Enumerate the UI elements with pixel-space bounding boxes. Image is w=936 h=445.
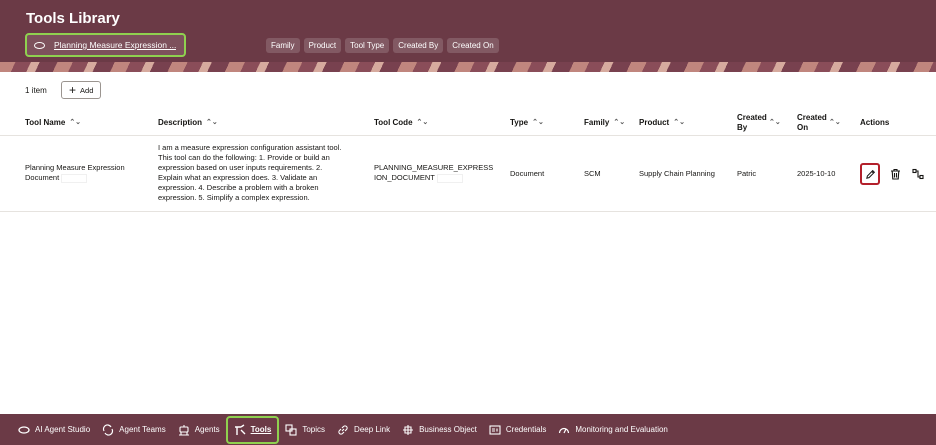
connector-icon xyxy=(912,168,924,180)
cell-family: SCM xyxy=(584,169,601,178)
filter-tool-type[interactable]: Tool Type xyxy=(345,38,390,53)
nav-topics[interactable]: Topics xyxy=(279,416,331,444)
cell-product: Supply Chain Planning xyxy=(639,169,715,178)
object-icon xyxy=(403,424,414,435)
redacted-field xyxy=(436,173,463,183)
filter-product[interactable]: Product xyxy=(303,38,342,53)
robot-icon xyxy=(178,424,189,436)
column-label: Tool Name xyxy=(25,118,66,127)
nav-label: Tools xyxy=(250,425,272,434)
column-label: Created By xyxy=(737,113,767,132)
sort-icon: ⌃⌄ xyxy=(416,119,429,126)
column-header-product[interactable]: Product ⌃⌄ xyxy=(639,118,685,128)
column-header-type[interactable]: Type ⌃⌄ xyxy=(510,118,544,128)
sort-icon: ⌃⌄ xyxy=(673,119,685,126)
column-header-family[interactable]: Family ⌃⌄ xyxy=(584,118,625,128)
description-line: expression. 5. Simplify a complex expres… xyxy=(158,193,310,202)
pencil-icon xyxy=(865,169,875,179)
description-line: This tool can do the following: 1. Provi… xyxy=(158,153,330,162)
column-label: Description xyxy=(158,118,203,127)
bottom-navigation: AI Agent Studio Agent Teams Agents Tools… xyxy=(0,414,936,445)
column-header-created-on[interactable]: Created On ⌃⌄ xyxy=(797,113,843,133)
nav-business-object[interactable]: Business Object xyxy=(396,416,483,444)
link-icon xyxy=(338,424,348,435)
description-line: expression. 4. Describe a problem with a… xyxy=(158,183,319,192)
cell-description: I am a measure expression configuration … xyxy=(158,143,368,203)
credentials-icon xyxy=(489,424,501,435)
nav-label: Monitoring and Evaluation xyxy=(575,425,668,434)
tool-code-line: PLANNING_MEASURE_EXPRESS xyxy=(374,163,494,172)
search-filter-chip[interactable]: Planning Measure Expression ... xyxy=(25,33,186,57)
plus-icon: + xyxy=(69,83,77,97)
nav-ai-agent-studio[interactable]: AI Agent Studio xyxy=(12,416,96,444)
cell-tool-code: PLANNING_MEASURE_EXPRESS ION_DOCUMENT xyxy=(374,163,493,183)
trash-icon xyxy=(890,168,900,180)
tools-icon xyxy=(234,423,246,435)
tool-name-line: Planning Measure Expression xyxy=(25,163,125,172)
column-header-tool-name[interactable]: Tool Name ⌃⌄ xyxy=(25,118,81,128)
link-arrows-icon xyxy=(103,423,114,436)
cell-created-by: Patric xyxy=(737,169,757,178)
search-chip-label: Planning Measure Expression ... xyxy=(54,40,177,50)
column-label: Type xyxy=(510,118,529,127)
sort-icon: ⌃⌄ xyxy=(206,119,218,126)
redacted-field xyxy=(61,173,88,183)
nav-label: Agent Teams xyxy=(119,425,166,434)
nav-tools[interactable]: Tools xyxy=(225,415,280,444)
add-button[interactable]: + Add xyxy=(61,81,102,99)
tool-name-line: Document xyxy=(25,173,60,182)
column-label: Tool Code xyxy=(374,118,413,127)
column-label: Created On xyxy=(797,113,827,132)
sort-icon: ⌃⌄ xyxy=(532,119,544,126)
topics-icon xyxy=(285,423,297,436)
nav-deep-link[interactable]: Deep Link xyxy=(331,416,396,444)
gauge-icon xyxy=(559,427,570,433)
cell-type: Document xyxy=(510,169,545,178)
column-label: Product xyxy=(639,118,670,127)
filter-created-by[interactable]: Created By xyxy=(393,38,444,53)
delete-button[interactable] xyxy=(885,163,905,185)
nav-label: Credentials xyxy=(505,425,547,434)
column-label: Actions xyxy=(860,118,890,127)
page-header: Tools Library Planning Measure Expressio… xyxy=(0,0,936,72)
edit-button[interactable] xyxy=(860,163,880,185)
column-header-tool-code[interactable]: Tool Code ⌃⌄ xyxy=(374,118,428,128)
oval-icon xyxy=(18,425,30,434)
sort-icon: ⌃⌄ xyxy=(769,119,781,126)
column-header-created-by[interactable]: Created By ⌃⌄ xyxy=(737,113,783,133)
sort-icon: ⌃⌄ xyxy=(829,119,841,126)
cell-tool-name: Planning Measure Expression Document xyxy=(25,163,125,183)
description-line: I am a measure expression configuration … xyxy=(158,143,342,152)
workflow-button[interactable] xyxy=(908,163,928,185)
description-line: Explain what an expression does. 3. Vali… xyxy=(158,173,318,182)
page-title: Tools Library xyxy=(26,10,120,27)
nav-credentials[interactable]: Credentials xyxy=(483,416,552,444)
column-header-description[interactable]: Description ⌃⌄ xyxy=(158,118,218,128)
nav-label: Deep Link xyxy=(354,425,391,434)
nav-agent-teams[interactable]: Agent Teams xyxy=(96,416,172,444)
oval-icon xyxy=(34,41,45,49)
description-line: expression based on user inputs requirem… xyxy=(158,163,323,172)
nav-label: Agents xyxy=(194,425,220,434)
column-header-actions: Actions xyxy=(860,118,889,128)
add-button-label: Add xyxy=(80,85,94,95)
nav-label: AI Agent Studio xyxy=(35,425,91,434)
tool-code-line: ION_DOCUMENT xyxy=(374,173,435,182)
cell-created-on: 2025-10-10 xyxy=(797,169,836,178)
filter-family[interactable]: Family xyxy=(266,38,300,53)
nav-agents[interactable]: Agents xyxy=(172,416,226,444)
nav-label: Business Object xyxy=(419,425,477,434)
column-label: Family xyxy=(584,118,610,127)
row-divider xyxy=(0,211,936,212)
item-count: 1 item xyxy=(25,86,47,95)
filter-bar: Family Product Tool Type Created By Crea… xyxy=(266,38,499,53)
nav-monitoring-and-evaluation[interactable]: Monitoring and Evaluation xyxy=(552,416,674,444)
sort-icon: ⌃⌄ xyxy=(69,119,82,126)
sort-icon: ⌃⌄ xyxy=(613,119,626,126)
nav-label: Topics xyxy=(302,425,326,434)
header-divider xyxy=(0,135,936,136)
filter-created-on[interactable]: Created On xyxy=(447,38,499,53)
header-pattern xyxy=(0,62,936,72)
